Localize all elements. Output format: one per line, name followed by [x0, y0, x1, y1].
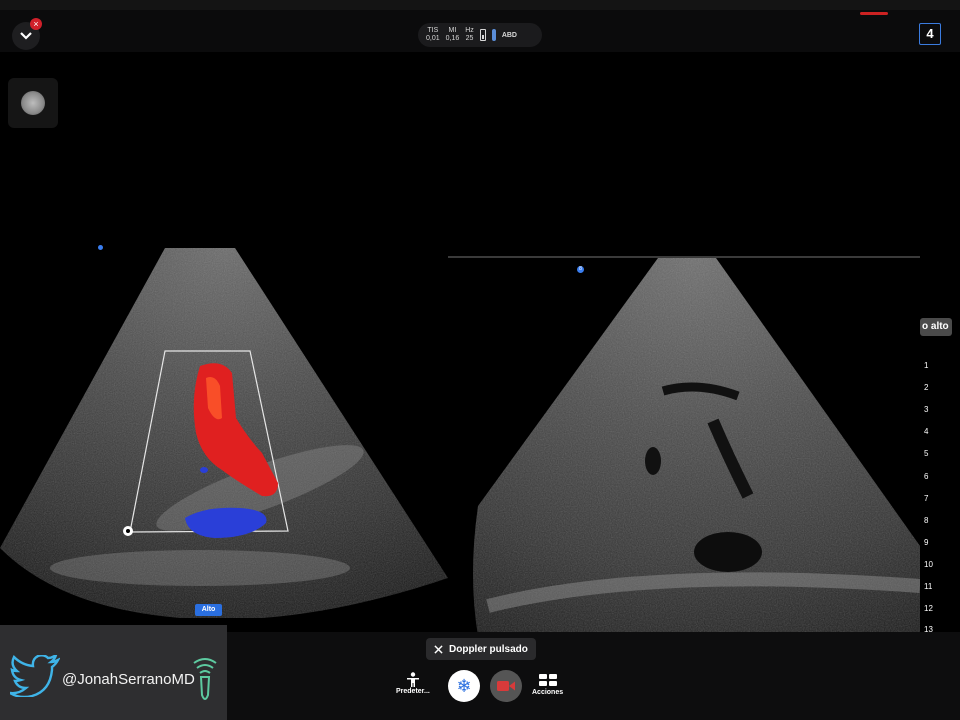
depth-tick: 3	[924, 405, 929, 414]
orientation-marker-left	[98, 245, 103, 250]
notification-badge[interactable]: ×	[30, 18, 42, 30]
mi-value: 0,16	[445, 35, 460, 42]
actions-label: Acciones	[532, 689, 564, 696]
gain-label[interactable]: o alto	[920, 318, 952, 336]
video-camera-icon	[497, 681, 515, 691]
ultrasound-image-right[interactable]	[448, 256, 920, 636]
tis-value: 0,01	[426, 35, 440, 42]
depth-tick: 11	[924, 582, 933, 591]
person-icon	[406, 672, 419, 687]
actions-icon	[538, 674, 557, 686]
tis-readout: TIS 0,01	[426, 27, 440, 43]
vessel-lumen-2	[645, 447, 661, 475]
twitter-bird-icon	[10, 655, 60, 697]
presets-button[interactable]: Predeter...	[396, 672, 430, 695]
top-bar-edge	[0, 0, 960, 10]
depth-scale: 1 2 3 4 5 6 7 8 9 10 11 12 13	[924, 344, 960, 634]
doppler-mode-button[interactable]: Doppler pulsado	[426, 638, 536, 660]
probe-logo-icon	[193, 658, 217, 700]
presets-label: Predeter...	[396, 688, 430, 695]
chevron-down-icon	[20, 32, 32, 40]
hz-readout: Hz 25	[465, 27, 474, 43]
preset-label: ABD	[501, 31, 517, 39]
doppler-mode-label: Doppler pulsado	[449, 643, 528, 655]
bottom-toolbar	[227, 632, 960, 720]
actions-button[interactable]: Acciones	[532, 674, 563, 696]
alto-badge[interactable]: Alto	[195, 604, 222, 616]
depth-tick: 8	[924, 516, 929, 525]
recording-indicator	[860, 12, 888, 15]
depth-tick: 9	[924, 538, 929, 547]
ultrasound-image-left[interactable]	[0, 248, 448, 618]
hz-value: 25	[465, 35, 474, 42]
hz-label: Hz	[465, 27, 474, 34]
battery-icon	[479, 29, 486, 41]
twitter-handle: @JonahSerranoMD	[62, 671, 195, 688]
mi-readout: MI 0,16	[446, 27, 460, 43]
doppler-flow-blue-small	[200, 467, 208, 473]
freeze-button[interactable]: ❄	[448, 670, 480, 702]
snowflake-icon: ❄	[456, 675, 472, 696]
depth-tick: 10	[924, 560, 933, 569]
close-icon	[434, 644, 443, 654]
thermometer-icon	[491, 29, 496, 41]
depth-tick: 2	[924, 383, 929, 392]
page-count-button[interactable]: 4	[919, 23, 941, 45]
assistive-dot-icon	[21, 91, 45, 115]
color-box-handle-center	[126, 529, 130, 533]
watermark: @JonahSerranoMD	[0, 625, 227, 720]
depth-tick: 6	[924, 472, 929, 481]
depth-tick: 7	[924, 494, 929, 503]
depth-tick: 5	[924, 449, 929, 458]
record-video-button[interactable]	[490, 670, 522, 702]
mi-label: MI	[448, 27, 457, 34]
tis-label: TIS	[427, 27, 439, 34]
depth-tick: 1	[924, 361, 929, 370]
echogenic-floor	[50, 550, 350, 586]
depth-tick: 12	[924, 604, 933, 613]
orientation-marker-right: 8	[577, 266, 584, 273]
vessel-lumen	[694, 532, 762, 572]
status-pill: TIS 0,01 MI 0,16 Hz 25 ABD	[418, 23, 542, 47]
depth-tick: 4	[924, 427, 929, 436]
assistive-touch-button[interactable]	[8, 78, 58, 128]
